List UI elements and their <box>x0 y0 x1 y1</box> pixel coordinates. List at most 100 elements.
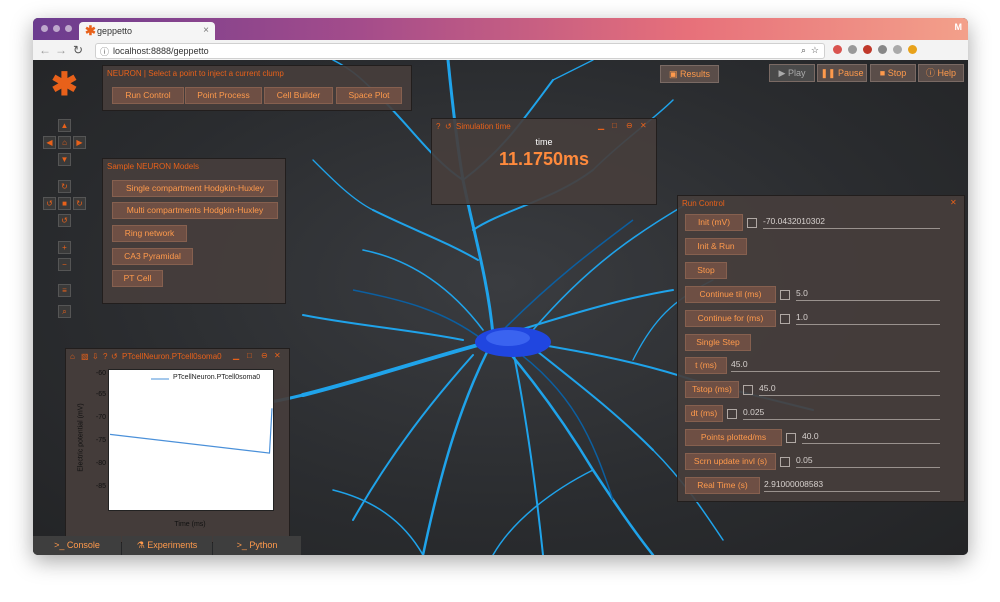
help-button[interactable]: ⓘ Help <box>918 64 964 82</box>
reload-icon[interactable]: ↻ <box>73 43 83 57</box>
forward-icon[interactable]: → <box>55 43 67 57</box>
geppetto-logo: ✱ <box>51 66 78 102</box>
run-control-button[interactable]: Scrn update invl (s) <box>685 453 776 470</box>
zoom-icon[interactable]: ⌕ <box>801 45 806 56</box>
python-tab[interactable]: >_ Python <box>213 536 301 555</box>
run-control-checkbox[interactable] <box>786 433 796 444</box>
maximize-window-dot[interactable] <box>65 25 72 32</box>
help-icon[interactable]: ? <box>103 352 107 361</box>
run-control-checkbox[interactable] <box>747 218 757 228</box>
zoom-out-icon[interactable]: − <box>58 258 71 271</box>
extension-opera-icon[interactable] <box>833 45 842 54</box>
home-icon[interactable]: ⌂ <box>58 136 71 149</box>
camera-icon[interactable]: ■ <box>58 197 71 210</box>
play-button[interactable]: ▶ Play <box>769 64 815 82</box>
search-icon[interactable]: ⌕ <box>58 305 71 318</box>
maximize-icon[interactable]: □ <box>247 351 252 360</box>
simulation-time-label: time <box>535 137 553 147</box>
single-compartment-hh-button[interactable]: Single compartment Hodgkin-Huxley <box>112 180 278 197</box>
minimize-window-dot[interactable] <box>53 25 60 32</box>
run-control-value-field[interactable]: 0.025 <box>743 406 940 421</box>
multi-compartments-hh-button[interactable]: Multi compartments Hodgkin-Huxley <box>112 202 278 219</box>
run-control-button[interactable]: Init (mV) <box>685 214 743 231</box>
close-window-dot[interactable] <box>41 25 48 32</box>
run-control-button[interactable]: t (ms) <box>685 357 727 375</box>
run-control-value-field[interactable]: 0.05 <box>796 454 940 468</box>
extension-envelope-icon[interactable] <box>878 45 887 54</box>
download-icon[interactable]: ⇩ <box>92 352 99 361</box>
extension-speech-icon[interactable] <box>848 45 857 54</box>
pause-icon: ❚❚ <box>820 68 839 78</box>
run-control-value-field[interactable]: 2.91000008583 <box>764 478 940 492</box>
history-icon[interactable]: ↺ <box>111 352 118 361</box>
tab-close-icon[interactable]: × <box>203 25 209 36</box>
image-icon[interactable]: ▧ <box>81 352 89 361</box>
run-control-checkbox[interactable] <box>780 289 790 300</box>
ca3-pyramidal-button[interactable]: CA3 Pyramidal <box>112 248 193 265</box>
stop-button[interactable]: ■ Stop <box>870 64 916 82</box>
rotate-right-icon[interactable]: ↻ <box>73 197 86 210</box>
close-icon[interactable]: ✕ <box>640 121 647 130</box>
run-control-value-field[interactable]: -70.0432010302 <box>763 215 940 229</box>
run-control-value-field[interactable]: 1.0 <box>796 311 940 325</box>
address-bar[interactable]: ⓘ localhost:8888/geppetto ⌕ ☆ <box>95 43 825 59</box>
extension-mail-icon[interactable] <box>863 45 872 54</box>
point-process-button[interactable]: Point Process <box>185 87 262 104</box>
run-control-checkbox[interactable] <box>780 313 790 324</box>
experiments-tab[interactable]: ⚗ Experiments <box>122 536 212 555</box>
play-icon: ▶ <box>778 68 788 78</box>
run-control-button[interactable]: dt (ms) <box>685 405 723 423</box>
rotate-left-icon[interactable]: ↺ <box>43 197 56 210</box>
run-control-value-field[interactable]: 45.0 <box>759 382 940 397</box>
3d-canvas[interactable]: ✱ ▲ ◀ ⌂ ▶ ▼ ↻ ↺ ■ ↻ ↺ + − ≡ ⌕ ▣ Results … <box>33 60 968 555</box>
pan-left-icon[interactable]: ◀ <box>43 136 56 149</box>
space-plot-button[interactable]: Space Plot <box>336 87 402 104</box>
y-tick: -65 <box>95 391 106 398</box>
run-control-button[interactable]: Continue til (ms) <box>685 285 776 303</box>
minimize-icon[interactable]: ▁ <box>233 351 239 360</box>
maximize-icon[interactable]: □ <box>612 121 617 130</box>
info-icon[interactable]: ⓘ <box>100 45 109 58</box>
help-icon[interactable]: ? <box>436 122 440 131</box>
pause-button[interactable]: ❚❚ Pause <box>817 64 867 82</box>
list-icon[interactable]: ≡ <box>58 284 71 297</box>
extension-arrow-icon[interactable] <box>893 45 902 54</box>
console-tab[interactable]: >_ Console <box>33 536 121 555</box>
cell-builder-button[interactable]: Cell Builder <box>264 87 333 104</box>
browser-tab[interactable]: ✱ geppetto × <box>79 22 215 40</box>
pt-cell-button[interactable]: PT Cell <box>112 270 163 287</box>
run-control-button[interactable]: Run Control <box>112 87 184 104</box>
back-icon[interactable]: ← <box>39 43 51 57</box>
pan-up-icon[interactable]: ▲ <box>58 119 71 132</box>
collapse-icon[interactable]: ⊖ <box>626 121 633 130</box>
run-control-value-field[interactable]: 45.0 <box>731 358 940 373</box>
results-button[interactable]: ▣ Results <box>660 65 719 83</box>
collapse-icon[interactable]: ⊖ <box>261 351 268 360</box>
run-control-checkbox[interactable] <box>727 409 737 420</box>
close-icon[interactable]: ✕ <box>950 198 957 207</box>
bookmark-star-icon[interactable]: ☆ <box>811 45 819 56</box>
ring-network-button[interactable]: Ring network <box>112 225 187 242</box>
run-control-button[interactable]: Init & Run <box>685 237 747 255</box>
rotate-up-icon[interactable]: ↻ <box>58 180 71 193</box>
home-icon[interactable]: ⌂ <box>70 352 75 361</box>
close-icon[interactable]: ✕ <box>274 351 281 360</box>
minimize-icon[interactable]: ▁ <box>598 121 604 130</box>
profile-badge[interactable]: M <box>955 22 963 32</box>
run-control-button[interactable]: Stop <box>685 261 727 279</box>
run-control-button[interactable]: Tstop (ms) <box>685 381 739 399</box>
pan-down-icon[interactable]: ▼ <box>58 153 71 166</box>
run-control-value-field[interactable]: 40.0 <box>802 430 940 445</box>
run-control-value-field[interactable]: 5.0 <box>796 287 940 301</box>
run-control-checkbox[interactable] <box>780 457 790 467</box>
run-control-checkbox[interactable] <box>743 385 753 396</box>
history-icon[interactable]: ↺ <box>445 122 452 131</box>
run-control-button[interactable]: Single Step <box>685 333 751 351</box>
run-control-button[interactable]: Points plotted/ms <box>685 429 782 447</box>
run-control-button[interactable]: Continue for (ms) <box>685 309 776 327</box>
rotate-down-icon[interactable]: ↺ <box>58 214 71 227</box>
zoom-in-icon[interactable]: + <box>58 241 71 254</box>
pan-right-icon[interactable]: ▶ <box>73 136 86 149</box>
run-control-button[interactable]: Real Time (s) <box>685 476 760 494</box>
extension-orange-icon[interactable] <box>908 45 917 54</box>
